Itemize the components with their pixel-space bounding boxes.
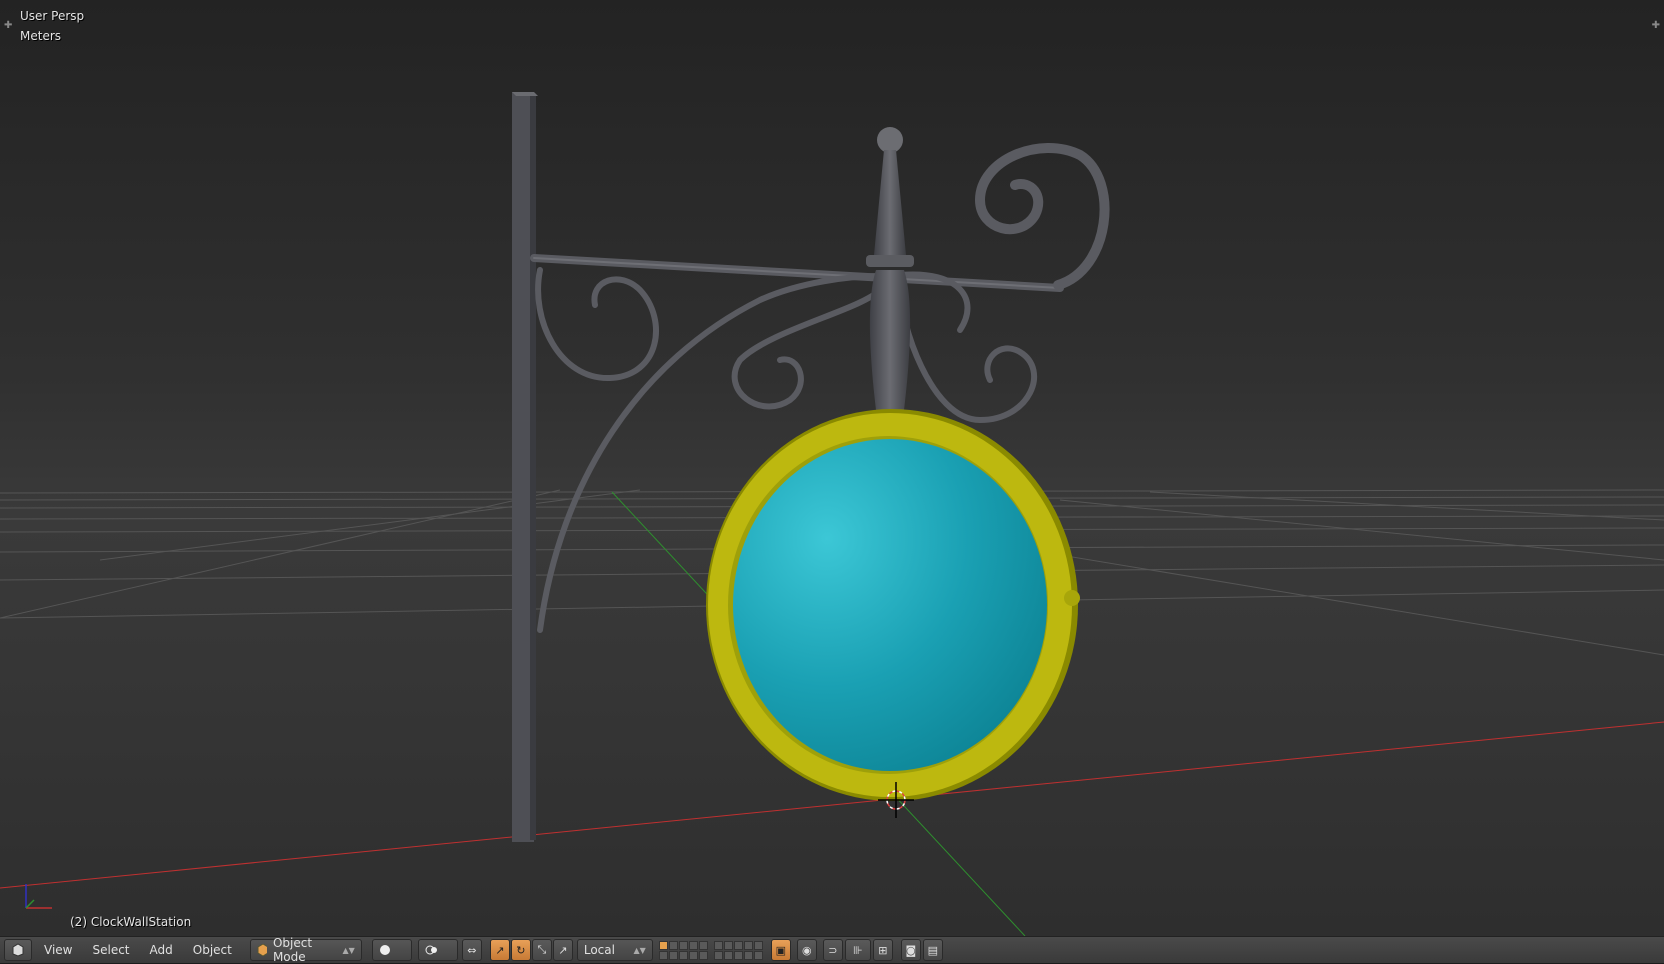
snap-toggle[interactable]: ⊃: [822, 939, 843, 961]
finial: [866, 127, 914, 410]
rotate-icon: ↻: [516, 943, 526, 957]
units-label: Meters: [20, 29, 62, 43]
scale-icon: ⤡: [537, 943, 547, 956]
clapboard-icon: ▤: [927, 943, 939, 957]
object-menu[interactable]: Object: [185, 940, 240, 960]
snap-increment-icon: ⊪: [853, 943, 863, 957]
area-split-handle-right[interactable]: ✚: [1652, 20, 1660, 31]
proportional-edit-icon: ◉: [802, 943, 812, 957]
curve-icon: ↗: [558, 943, 568, 957]
render-opengl-button[interactable]: ◙: [900, 939, 921, 961]
snap-target-button[interactable]: ⊞: [872, 939, 893, 961]
dropdown-arrows-icon: ▲▼: [342, 945, 355, 955]
render-animation-button[interactable]: ▤: [922, 939, 943, 961]
area-split-handle-left[interactable]: ✚: [4, 20, 12, 31]
wall-post: [512, 92, 538, 842]
object-cube-icon: [257, 944, 267, 956]
select-menu[interactable]: Select: [84, 940, 137, 960]
snap-target-icon: ⊞: [878, 943, 888, 957]
mode-label: Object Mode: [272, 936, 313, 964]
add-menu[interactable]: Add: [142, 940, 181, 960]
pivot-point-dropdown[interactable]: [417, 939, 458, 961]
lock-icon: ▣: [775, 943, 787, 957]
editor-type-button[interactable]: [4, 939, 32, 961]
clock: [706, 409, 1080, 801]
lock-layers-button[interactable]: ▣: [770, 939, 791, 961]
orientation-label: Local: [583, 943, 615, 957]
mode-dropdown[interactable]: Object Mode ▲▼: [249, 936, 362, 964]
rotate-manipulator-button[interactable]: ↻: [510, 939, 531, 961]
magnet-icon: ⊃: [828, 943, 838, 957]
layers-grid-a[interactable]: [658, 940, 708, 960]
view-menu[interactable]: View: [36, 940, 80, 960]
view-name-label: User Persp: [20, 9, 85, 23]
translate-arrow-icon: ↗: [495, 943, 505, 957]
scale-manipulator-button[interactable]: ⤡: [531, 939, 552, 961]
scene-canvas[interactable]: [0, 0, 1664, 936]
view3d-icon: [12, 943, 24, 957]
camera-icon: ◙: [905, 943, 917, 957]
3d-viewport[interactable]: ✚ ✚ User Persp Meters (2) ClockWallStati…: [0, 0, 1664, 936]
3d-view-header: View Select Add Object Object Mode ▲▼ ⇔ …: [0, 936, 1664, 964]
active-object-label: (2) ClockWallStation: [70, 915, 192, 929]
manipulator-icon: ⇔: [467, 943, 477, 957]
translate-manipulator-button[interactable]: ↗: [489, 939, 510, 961]
pivot-icon: [425, 945, 437, 955]
layers-grid-b[interactable]: [713, 940, 763, 960]
solid-sphere-icon: [379, 945, 390, 955]
viewport-shading-dropdown[interactable]: [371, 939, 412, 961]
axis-gizmo-icon: [25, 884, 52, 909]
snap-element-dropdown[interactable]: ⊪: [844, 939, 871, 961]
proportional-edit-button[interactable]: ◉: [796, 939, 817, 961]
manipulator-toggle[interactable]: ⇔: [461, 939, 482, 961]
transform-orientation-dropdown[interactable]: Local ▲▼: [576, 939, 653, 961]
dropdown-arrows-icon: ▲▼: [633, 945, 646, 955]
curve-manipulator-button[interactable]: ↗: [552, 939, 573, 961]
